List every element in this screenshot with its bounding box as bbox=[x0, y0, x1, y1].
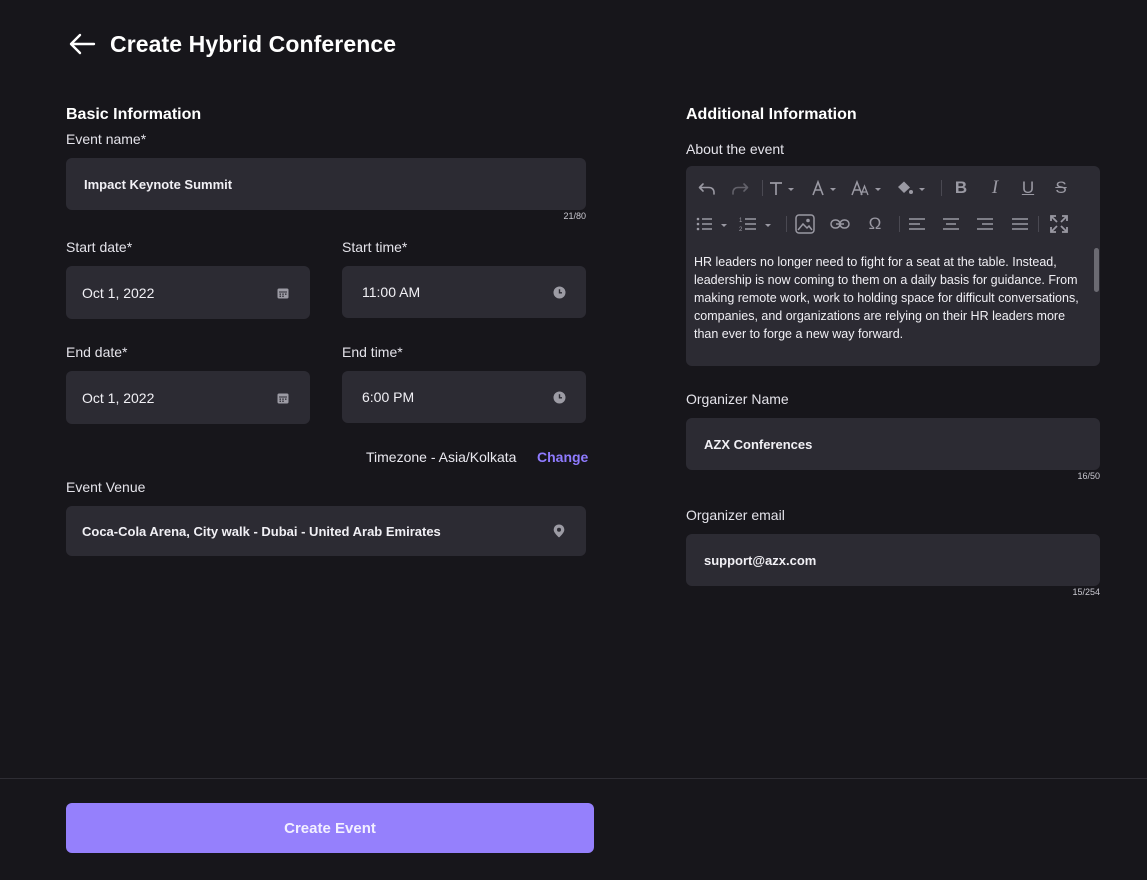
end-date-value: Oct 1, 2022 bbox=[82, 389, 155, 406]
font-family-icon[interactable] bbox=[807, 176, 847, 200]
fill-color-icon[interactable] bbox=[891, 176, 935, 200]
italic-icon[interactable]: I bbox=[980, 176, 1010, 200]
font-size-icon[interactable] bbox=[847, 176, 891, 200]
underline-icon[interactable]: U bbox=[1010, 176, 1046, 200]
editor-scrollbar-thumb[interactable] bbox=[1094, 248, 1099, 292]
end-date-input[interactable]: Oct 1, 2022 bbox=[66, 371, 310, 424]
footer-divider bbox=[0, 778, 1147, 779]
organizer-email-label: Organizer email bbox=[686, 507, 785, 523]
redo-icon[interactable] bbox=[728, 176, 752, 200]
event-name-value: Impact Keynote Summit bbox=[84, 176, 233, 192]
bold-icon[interactable]: B bbox=[942, 176, 980, 200]
svg-text:2: 2 bbox=[739, 227, 743, 232]
about-event-text[interactable]: HR leaders no longer need to fight for a… bbox=[694, 253, 1090, 343]
organizer-email-value: support@azx.com bbox=[704, 552, 817, 568]
timezone-text: Timezone - Asia/Kolkata bbox=[366, 449, 517, 465]
calendar-icon[interactable] bbox=[276, 286, 290, 300]
calendar-icon[interactable] bbox=[276, 391, 290, 405]
page-title: Create Hybrid Conference bbox=[110, 30, 397, 57]
numbered-list-icon[interactable]: 12 bbox=[734, 212, 782, 236]
start-date-value: Oct 1, 2022 bbox=[82, 284, 155, 301]
align-right-icon[interactable] bbox=[968, 212, 1002, 236]
clock-icon[interactable] bbox=[552, 285, 566, 299]
additional-information-heading: Additional Information bbox=[686, 106, 857, 123]
event-name-label: Event name* bbox=[66, 131, 147, 147]
special-character-icon[interactable]: Ω bbox=[857, 212, 893, 236]
organizer-name-value: AZX Conferences bbox=[704, 436, 813, 452]
fullscreen-icon[interactable] bbox=[1039, 212, 1079, 236]
basic-information-heading: Basic Information bbox=[66, 106, 202, 123]
organizer-name-input[interactable]: AZX Conferences bbox=[686, 418, 1100, 470]
start-date-input[interactable]: Oct 1, 2022 bbox=[66, 266, 310, 319]
align-left-icon[interactable] bbox=[900, 212, 934, 236]
about-event-label: About the event bbox=[686, 141, 785, 157]
arrow-left-icon bbox=[69, 33, 96, 55]
start-date-label: Start date* bbox=[66, 239, 133, 255]
timezone-change-link[interactable]: Change bbox=[537, 449, 588, 465]
editor-scrollbar[interactable] bbox=[1094, 246, 1099, 364]
end-date-label: End date* bbox=[66, 344, 128, 360]
event-venue-value: Coca-Cola Arena, City walk - Dubai - Uni… bbox=[82, 523, 441, 539]
align-justify-icon[interactable] bbox=[1002, 212, 1038, 236]
organizer-email-counter: 15/254 bbox=[1072, 587, 1100, 597]
svg-text:1: 1 bbox=[739, 218, 743, 224]
end-time-input[interactable]: 6:00 PM bbox=[342, 371, 586, 423]
organizer-email-input[interactable]: support@azx.com bbox=[686, 534, 1100, 586]
organizer-name-label: Organizer Name bbox=[686, 391, 789, 407]
event-name-counter: 21/80 bbox=[563, 211, 586, 221]
event-name-input[interactable]: Impact Keynote Summit bbox=[66, 158, 586, 210]
image-icon[interactable] bbox=[787, 212, 823, 236]
strikethrough-icon[interactable]: S bbox=[1046, 176, 1076, 200]
clock-icon[interactable] bbox=[552, 390, 566, 404]
start-time-input[interactable]: 11:00 AM bbox=[342, 266, 586, 318]
event-venue-input[interactable]: Coca-Cola Arena, City walk - Dubai - Uni… bbox=[66, 506, 586, 556]
create-event-button[interactable]: Create Event bbox=[66, 803, 594, 853]
bullet-list-icon[interactable] bbox=[686, 212, 734, 236]
end-time-label: End time* bbox=[342, 344, 403, 360]
organizer-name-counter: 16/50 bbox=[1077, 471, 1100, 481]
location-pin-icon[interactable] bbox=[552, 524, 566, 538]
end-time-value: 6:00 PM bbox=[362, 389, 415, 405]
start-time-label: Start time* bbox=[342, 239, 408, 255]
page-header: Create Hybrid Conference bbox=[66, 28, 396, 60]
start-time-value: 11:00 AM bbox=[362, 284, 421, 300]
link-icon[interactable] bbox=[823, 212, 857, 236]
back-button[interactable] bbox=[66, 28, 98, 60]
event-venue-label: Event Venue bbox=[66, 479, 146, 495]
undo-icon[interactable] bbox=[686, 176, 728, 200]
align-center-icon[interactable] bbox=[934, 212, 968, 236]
editor-toolbar-row-2: 12 Ω bbox=[686, 206, 1079, 242]
editor-toolbar-row-1: B I U S bbox=[686, 170, 1076, 206]
text-style-icon[interactable] bbox=[763, 176, 807, 200]
